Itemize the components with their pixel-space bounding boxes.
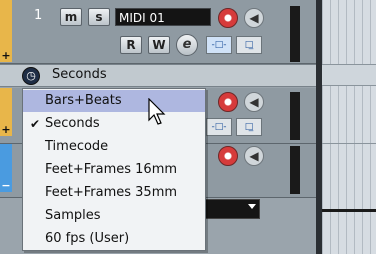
time-format-label: Seconds	[52, 67, 107, 82]
track-1-color-strip	[0, 0, 12, 50]
track-3-level-meter	[290, 146, 300, 194]
monitor-speaker-icon[interactable]: ◀	[244, 146, 264, 166]
event-lane-divider	[322, 143, 376, 144]
track-1-level-meter	[290, 6, 300, 62]
track-number: 1	[34, 8, 43, 23]
lane-toggle-button[interactable]: □̲	[236, 36, 262, 54]
lane-display-button[interactable]: -□-	[206, 118, 232, 136]
menu-item-feet-frames-16mm[interactable]: Feet+Frames 16mm	[23, 159, 205, 181]
record-enable-icon[interactable]	[218, 146, 238, 166]
menu-item-timecode[interactable]: Timecode	[23, 136, 205, 158]
menu-item-60fps-user[interactable]: 60 fps (User)	[23, 228, 205, 250]
time-display-header[interactable]	[0, 64, 316, 87]
expand-icon[interactable]: +	[0, 124, 12, 136]
clock-icon[interactable]: ◷	[22, 67, 40, 85]
expand-icon[interactable]: +	[0, 50, 12, 62]
lane-toggle-button[interactable]: □̲	[236, 118, 262, 136]
track-2-level-meter	[290, 92, 300, 140]
write-automation-button[interactable]: W	[148, 36, 170, 54]
lane-display-button[interactable]: -□-	[206, 36, 232, 54]
dropdown-arrow-icon[interactable]	[248, 204, 256, 209]
menu-item-bars-beats[interactable]: Bars+Beats	[23, 90, 205, 112]
record-enable-icon[interactable]	[218, 92, 238, 112]
record-enable-icon[interactable]	[218, 8, 238, 28]
menu-item-seconds[interactable]: Seconds	[23, 113, 205, 135]
collapse-icon[interactable]: −	[0, 180, 12, 192]
event-display-ruler	[322, 64, 376, 86]
edit-channel-button[interactable]: e	[176, 34, 198, 56]
menu-item-samples[interactable]: Samples	[23, 205, 205, 227]
menu-item-feet-frames-35mm[interactable]: Feet+Frames 35mm	[23, 182, 205, 204]
mouse-pointer-icon	[148, 98, 166, 125]
solo-button[interactable]: s	[88, 8, 110, 26]
track-dropdown[interactable]	[200, 199, 260, 219]
monitor-speaker-icon[interactable]: ◀	[244, 8, 264, 28]
read-automation-button[interactable]: R	[120, 36, 142, 54]
mute-button[interactable]: m	[60, 8, 82, 26]
event-display[interactable]	[322, 0, 376, 254]
checkmark-icon: ✔	[30, 117, 41, 131]
track-3-color-strip	[0, 144, 12, 180]
track-2-color-strip	[0, 88, 12, 124]
event-lane-line	[322, 209, 376, 212]
splitter[interactable]	[316, 0, 322, 254]
track-name-field[interactable]: MIDI 01	[115, 8, 211, 26]
monitor-speaker-icon[interactable]: ◀	[244, 92, 264, 112]
